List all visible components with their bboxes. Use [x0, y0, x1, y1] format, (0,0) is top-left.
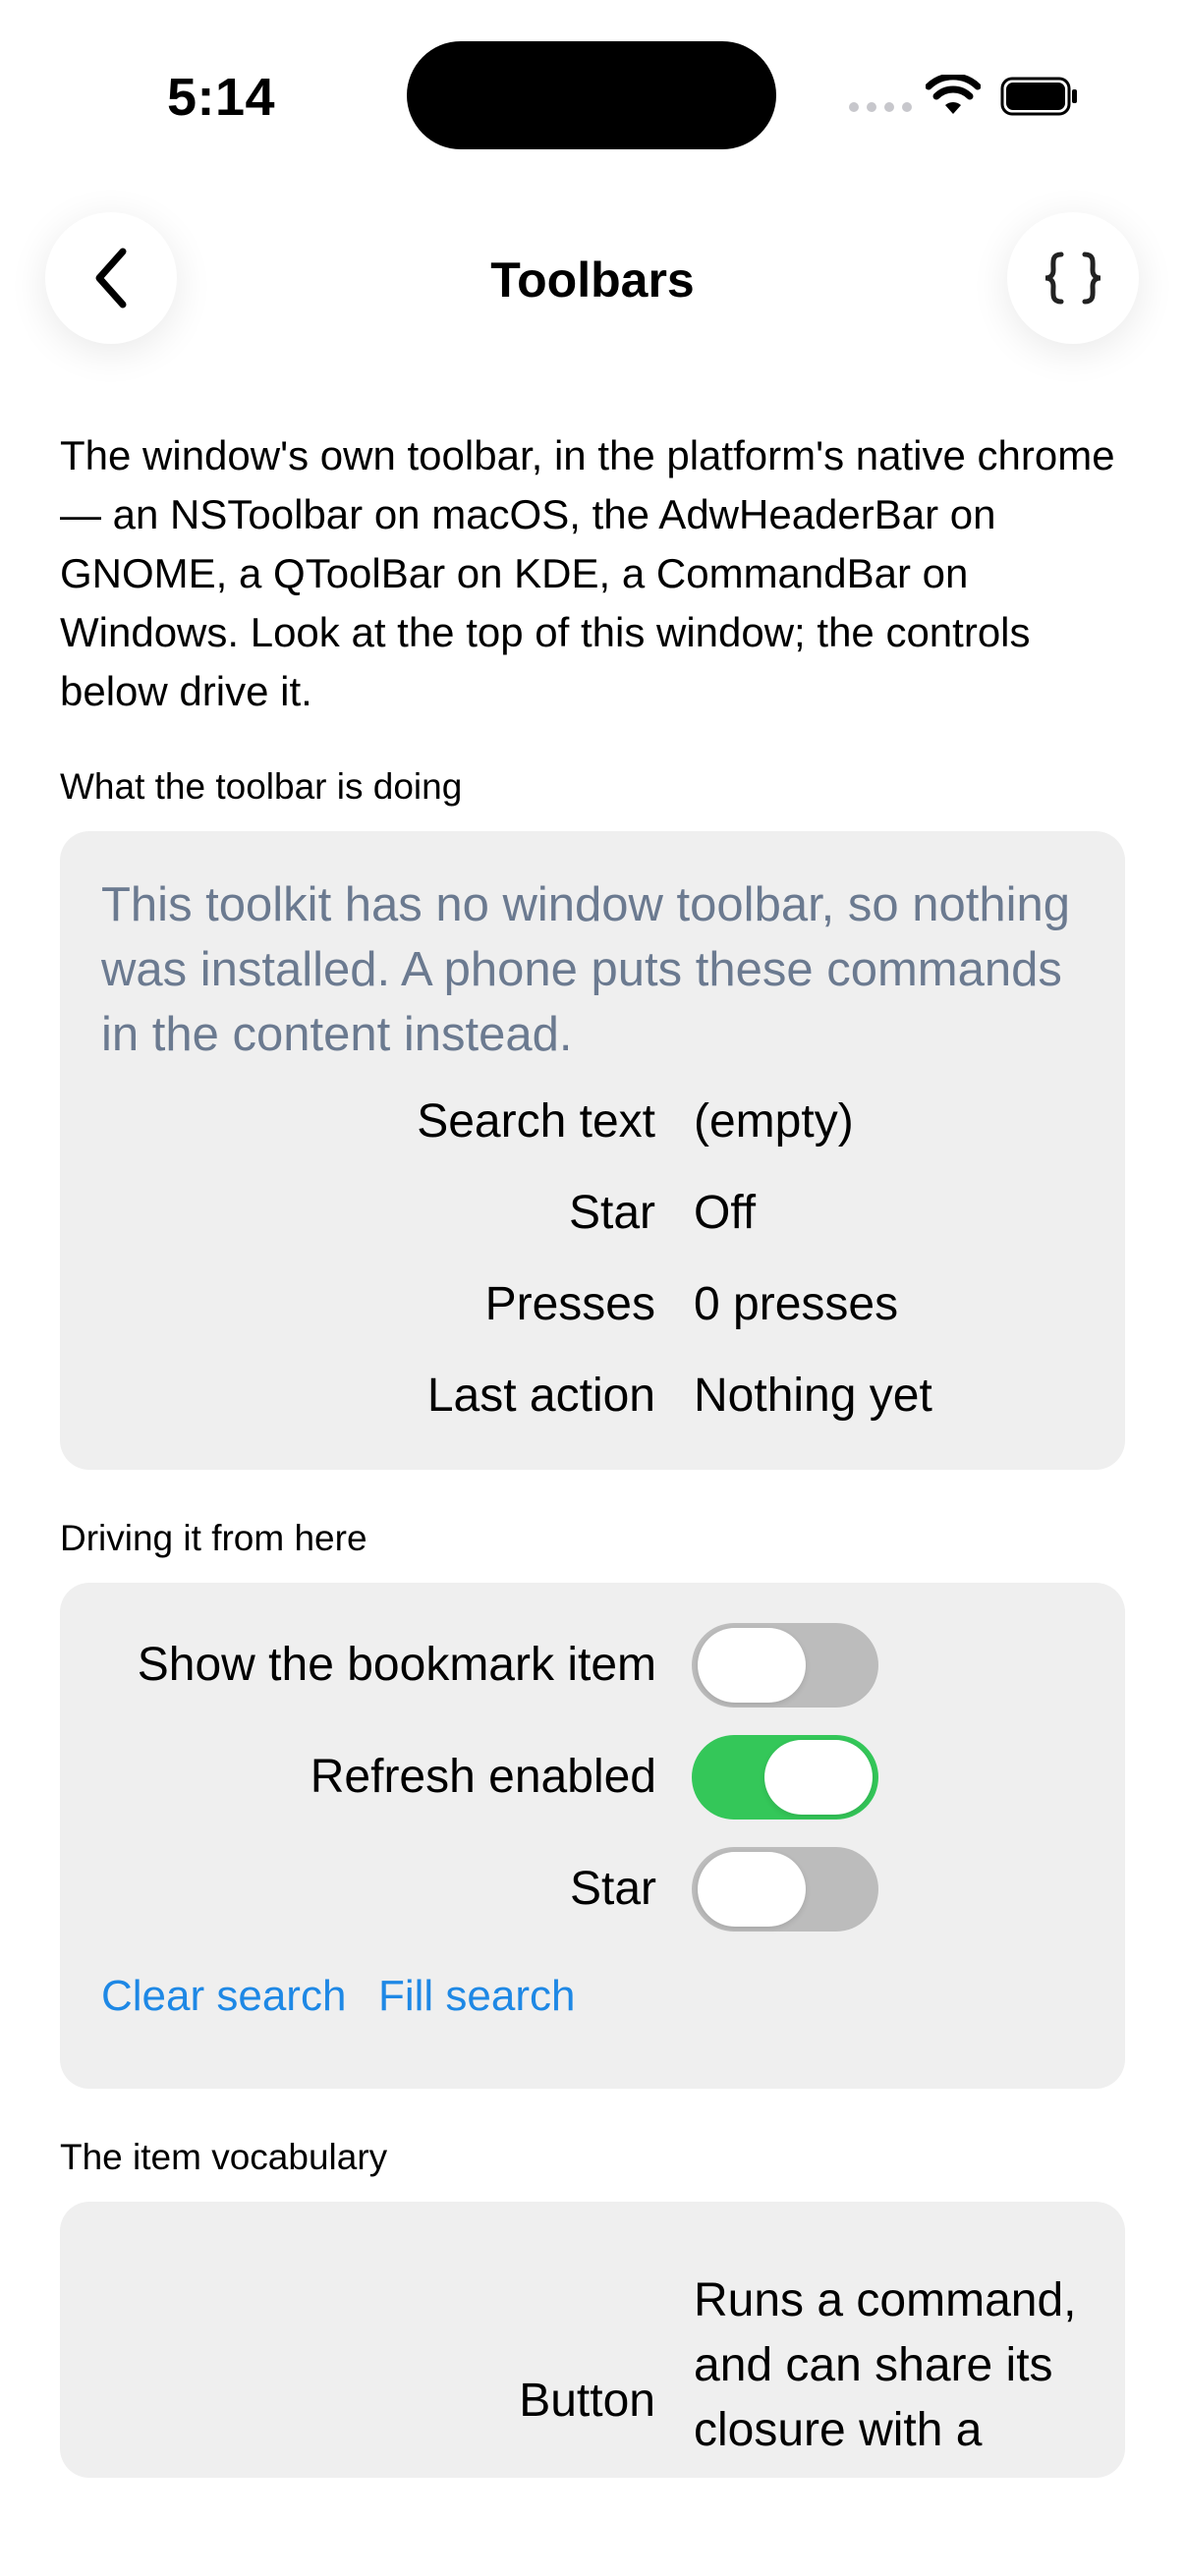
section-header-controls: Driving it from here — [60, 1518, 367, 1558]
status-key: Star — [568, 1187, 655, 1239]
clear-search-button[interactable]: Clear search — [101, 1972, 346, 2021]
toggle-label: Refresh enabled — [310, 1751, 656, 1803]
bookmark-toggle[interactable] — [692, 1623, 878, 1708]
status-row-star: Star Off — [60, 1179, 1125, 1248]
toggle-knob — [698, 1852, 806, 1927]
status-value: 0 presses — [694, 1278, 899, 1330]
intro-text: The window's own toolbar, in the platfor… — [60, 432, 1115, 714]
status-value: Off — [694, 1187, 757, 1239]
toggle-row-star: Star — [60, 1847, 1125, 1932]
status-time: 5:14 — [167, 68, 276, 127]
toggle-label: Star — [569, 1863, 656, 1915]
fill-search-button[interactable]: Fill search — [378, 1972, 576, 2021]
status-value: (empty) — [694, 1095, 854, 1148]
status-note: This toolkit has no window toolbar, so n… — [101, 878, 1071, 1061]
curly-braces-icon — [1044, 252, 1101, 305]
cellular-signal-icon — [849, 102, 912, 112]
status-key: Search text — [417, 1095, 655, 1148]
dynamic-island — [407, 41, 776, 149]
toggle-row-bookmark: Show the bookmark item — [60, 1623, 1125, 1708]
wifi-icon — [926, 75, 981, 114]
section-header-vocabulary: The item vocabulary — [60, 2137, 388, 2177]
battery-icon — [1000, 77, 1077, 116]
code-view-button[interactable] — [1007, 212, 1139, 344]
toggle-knob — [698, 1628, 806, 1703]
controls-card: Show the bookmark item Refresh enabled S… — [60, 1583, 1125, 2089]
status-key: Last action — [426, 1370, 655, 1422]
refresh-toggle[interactable] — [692, 1735, 878, 1820]
toggle-label: Show the bookmark item — [137, 1639, 656, 1691]
section-header-status: What the toolbar is doing — [60, 766, 463, 807]
vocab-item-key: Button — [519, 2375, 655, 2427]
toggle-knob — [764, 1740, 873, 1815]
star-toggle[interactable] — [692, 1847, 878, 1932]
vocabulary-card: Button Runs a command, and can share its… — [60, 2202, 1125, 2478]
status-row-search-text: Search text (empty) — [60, 1088, 1125, 1156]
toolbar-status-card: This toolkit has no window toolbar, so n… — [60, 831, 1125, 1470]
status-value: Nothing yet — [694, 1370, 932, 1422]
status-row-last-action: Last action Nothing yet — [60, 1362, 1125, 1430]
vocab-item-description: Runs a command, and can share its closur… — [694, 2274, 1077, 2456]
status-row-presses: Presses 0 presses — [60, 1270, 1125, 1339]
toggle-row-refresh: Refresh enabled — [60, 1735, 1125, 1820]
status-key: Presses — [484, 1278, 655, 1330]
